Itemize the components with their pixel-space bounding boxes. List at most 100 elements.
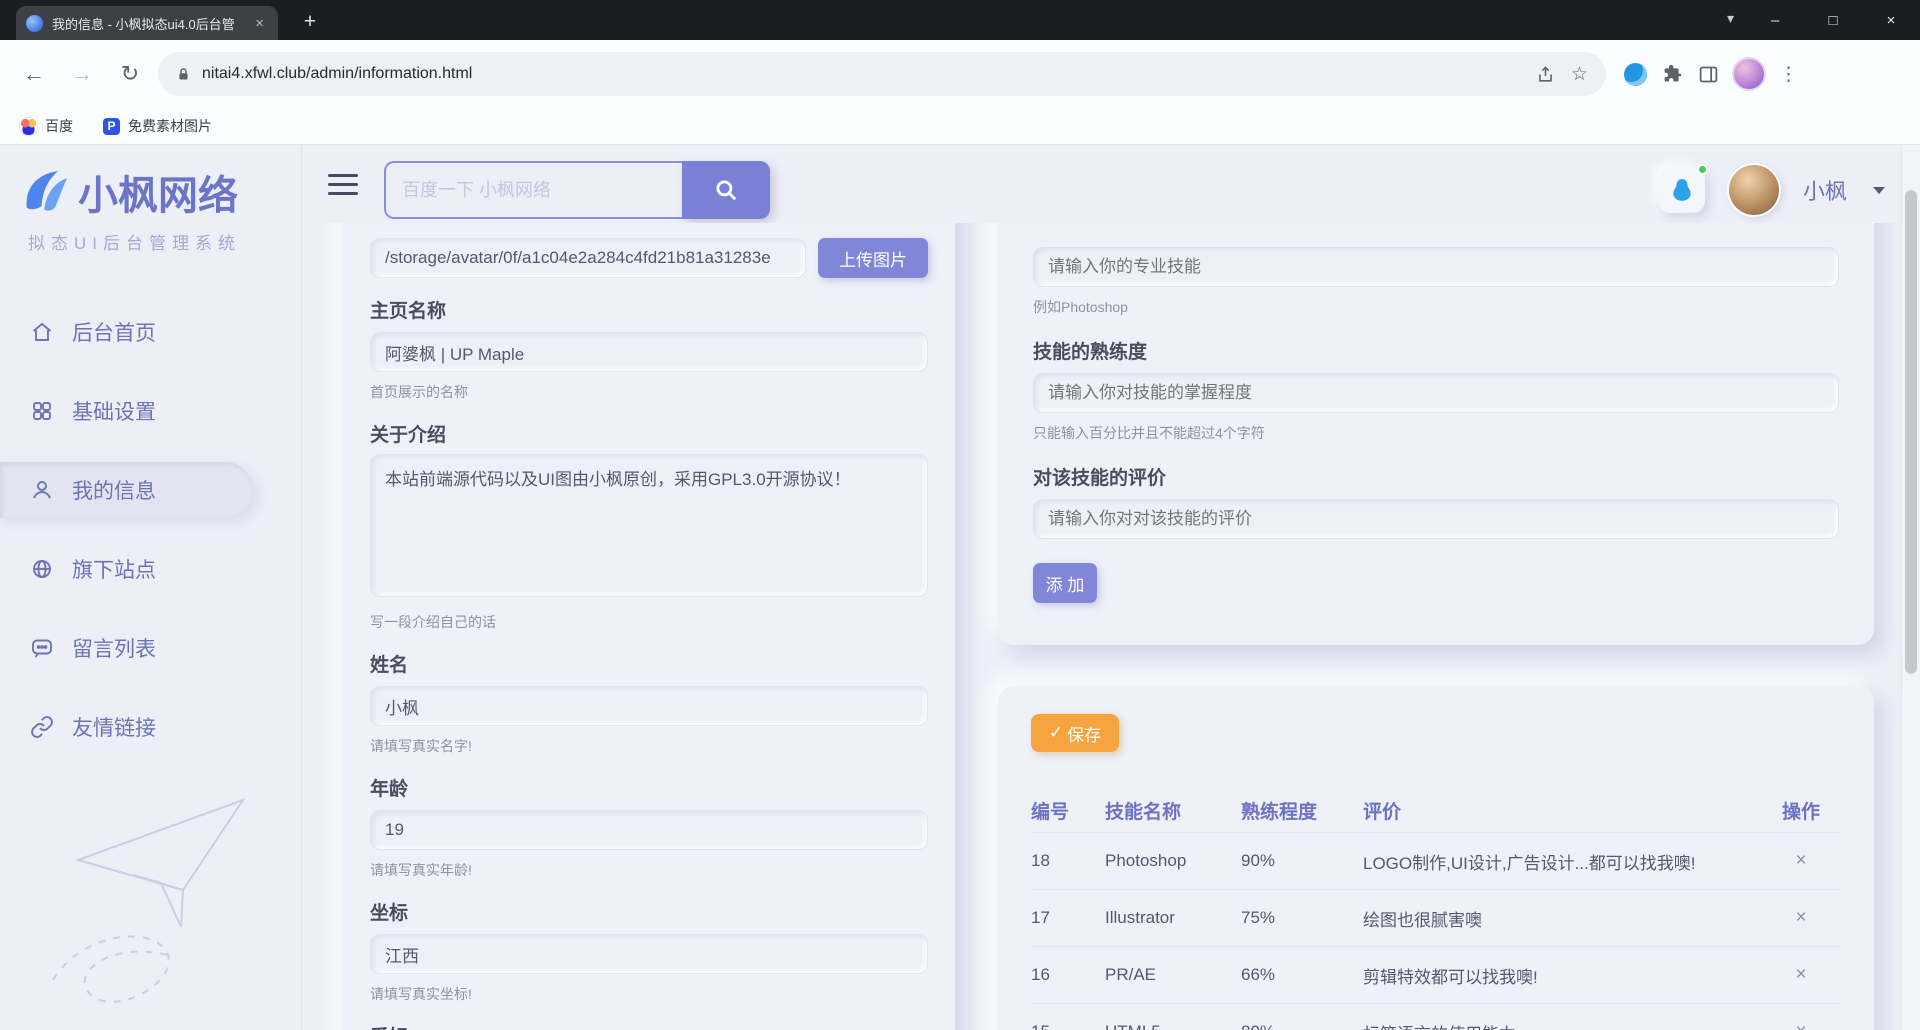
cell-evaluation: LOGO制作,UI设计,广告设计...都可以找我噢! — [1363, 849, 1761, 874]
site-favicon-icon — [26, 15, 43, 32]
scrollbar-thumb[interactable] — [1905, 190, 1917, 674]
homepage-name-label: 主页名称 — [370, 296, 928, 320]
browser-menu-icon[interactable]: ⋮ — [1779, 63, 1798, 86]
add-skill-button[interactable]: 添 加 — [1033, 563, 1097, 603]
table-header-row: 编号 技能名称 熟练程度 评价 操作 — [1031, 788, 1841, 832]
tab-list-chevron-icon[interactable]: ▾ — [1727, 10, 1734, 27]
table-row: 17 Illustrator 75% 绘图也很腻害噢 × — [1031, 889, 1841, 946]
age-helper: 请填写真实年龄! — [370, 860, 928, 880]
cell-id: 18 — [1031, 851, 1105, 871]
col-header-name: 技能名称 — [1105, 797, 1241, 824]
upload-image-button[interactable]: 上传图片 — [818, 238, 928, 278]
sidebar-item-my-info[interactable]: 我的信息 — [0, 462, 253, 518]
link-icon — [30, 715, 54, 739]
delete-skill-icon[interactable]: × — [1761, 964, 1841, 986]
logo-text: 小枫网络 — [78, 163, 238, 221]
age-label: 年龄 — [370, 774, 928, 798]
grid-icon — [30, 399, 54, 423]
p-badge-icon: P — [103, 118, 120, 135]
avatar-path-row: 上传图片 — [370, 238, 928, 278]
save-button-label: 保存 — [1067, 721, 1101, 746]
window-close-button[interactable]: × — [1862, 0, 1920, 40]
delete-skill-icon[interactable]: × — [1761, 907, 1841, 929]
avatar-path-input[interactable] — [370, 238, 806, 278]
toolbar-extensions: ⋮ — [1624, 59, 1798, 89]
sidebar-item-sites[interactable]: 旗下站点 — [0, 541, 253, 597]
online-status-dot — [1697, 164, 1708, 175]
search-input[interactable] — [384, 161, 682, 219]
logo: 小枫网络 — [18, 163, 301, 221]
forward-button[interactable]: → — [62, 54, 102, 94]
col-header-actions: 操作 — [1761, 797, 1841, 824]
cell-mastery: 75% — [1241, 908, 1363, 928]
location-input[interactable] — [370, 934, 928, 974]
location-label: 坐标 — [370, 898, 928, 922]
page-scrollbar[interactable] — [1901, 145, 1920, 1030]
age-input[interactable] — [370, 810, 928, 850]
search-button[interactable] — [682, 161, 770, 219]
skills-table-card: ✓ 保存 编号 技能名称 熟练程度 评价 操作 18 Photoshop 90% — [998, 686, 1874, 1030]
bookmark-baidu[interactable]: 百度 — [20, 116, 73, 136]
col-header-mastery: 熟练程度 — [1241, 797, 1363, 824]
cell-mastery: 90% — [1241, 851, 1363, 871]
sidebar-item-basic-settings[interactable]: 基础设置 — [0, 383, 253, 439]
topbar-right: 小枫 — [1659, 165, 1885, 215]
tab-close-icon[interactable]: × — [251, 14, 268, 33]
chevron-down-icon[interactable] — [1873, 187, 1885, 194]
content-scroll-area[interactable]: 上传图片 主页名称 首页展示的名称 关于介绍 本站前端源代码以及UI图由小枫原创… — [302, 223, 1901, 1030]
sidebar-item-label: 留言列表 — [72, 633, 156, 663]
check-icon: ✓ — [1049, 723, 1063, 743]
user-name[interactable]: 小枫 — [1803, 174, 1847, 206]
share-icon[interactable] — [1536, 65, 1555, 84]
delete-skill-icon[interactable]: × — [1761, 850, 1841, 872]
extensions-puzzle-icon[interactable] — [1662, 64, 1683, 85]
name-input[interactable] — [370, 686, 928, 726]
window-controls: – □ × — [1746, 0, 1920, 40]
sidebar-item-label: 友情链接 — [72, 712, 156, 742]
sidebar-item-dashboard[interactable]: 后台首页 — [0, 304, 253, 360]
logo-subtitle: 拟态UI后台管理系统 — [28, 229, 301, 254]
address-bar[interactable]: nitai4.xfwl.club/admin/information.html … — [158, 52, 1606, 96]
sidebar: 小枫网络 拟态UI后台管理系统 后台首页 基础设置 我的信息 旗下站点 留 — [0, 145, 302, 1030]
save-button[interactable]: ✓ 保存 — [1031, 714, 1119, 752]
content-topbar: 小枫 — [302, 145, 1901, 223]
col-header-evaluation: 评价 — [1363, 797, 1761, 824]
evaluation-input[interactable] — [1033, 499, 1839, 539]
delete-skill-icon[interactable]: × — [1761, 1021, 1841, 1030]
window-maximize-button[interactable]: □ — [1804, 0, 1862, 40]
bookmark-label: 百度 — [45, 116, 73, 136]
penguin-icon — [1669, 177, 1695, 203]
browser-toolbar: ← → ↻ nitai4.xfwl.club/admin/information… — [0, 40, 1920, 108]
sidebar-item-label: 后台首页 — [72, 317, 156, 347]
bookmarks-bar: 百度 P 免费素材图片 — [0, 108, 1920, 145]
side-panel-icon[interactable] — [1698, 64, 1719, 85]
cell-mastery: 80% — [1241, 1022, 1363, 1030]
about-textarea[interactable]: 本站前端源代码以及UI图由小枫原创，采用GPL3.0开源协议！ — [370, 454, 928, 597]
notification-qq-icon[interactable] — [1659, 167, 1705, 213]
mastery-input[interactable] — [1033, 373, 1839, 413]
search-icon — [713, 177, 739, 203]
back-button[interactable]: ← — [14, 54, 54, 94]
browser-profile-avatar[interactable] — [1734, 59, 1764, 89]
sidebar-item-messages[interactable]: 留言列表 — [0, 620, 253, 676]
user-icon — [30, 478, 54, 502]
homepage-name-input[interactable] — [370, 332, 928, 372]
sidebar-item-label: 基础设置 — [72, 396, 156, 426]
browser-tab[interactable]: 我的信息 - 小枫拟态ui4.0后台管 × — [16, 6, 278, 40]
hamburger-menu-icon[interactable] — [328, 174, 358, 195]
bookmark-star-icon[interactable]: ☆ — [1571, 63, 1588, 86]
name-helper: 请填写真实名字! — [370, 736, 928, 756]
skill-name-input[interactable] — [1033, 247, 1839, 287]
window-minimize-button[interactable]: – — [1746, 0, 1804, 40]
sidebar-item-label: 我的信息 — [72, 475, 156, 505]
browser-titlebar: 我的信息 - 小枫拟态ui4.0后台管 × + ▾ – □ × — [0, 0, 1920, 40]
user-avatar[interactable] — [1729, 165, 1779, 215]
extension-icon[interactable] — [1624, 63, 1647, 86]
reload-button[interactable]: ↻ — [110, 54, 150, 94]
new-tab-button[interactable]: + — [296, 8, 324, 36]
tab-title: 我的信息 - 小枫拟态ui4.0后台管 — [52, 14, 242, 33]
add-skill-card: 例如Photoshop 技能的熟练度 只能输入百分比并且不能超过4个字符 对该技… — [998, 223, 1874, 645]
skill-name-helper: 例如Photoshop — [1033, 297, 1839, 317]
bookmark-free-images[interactable]: P 免费素材图片 — [103, 116, 212, 136]
cell-name: Photoshop — [1105, 851, 1241, 871]
